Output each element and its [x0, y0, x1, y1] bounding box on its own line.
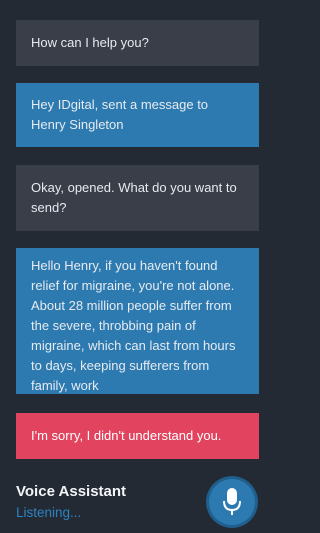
message-text: How can I help you?: [31, 35, 149, 50]
assistant-message: How can I help you?: [16, 20, 259, 66]
message-text: I'm sorry, I didn't understand you.: [31, 428, 222, 443]
message-text: Hello Henry, if you haven't found relief…: [31, 258, 236, 393]
user-message: Hey IDgital, sent a message to Henry Sin…: [16, 83, 259, 147]
assistant-title: Voice Assistant: [16, 483, 127, 500]
microphone-icon: [223, 488, 241, 515]
message-text: Hey IDgital, sent a message to Henry Sin…: [31, 97, 209, 132]
microphone-button[interactable]: [209, 479, 255, 525]
listening-status: Listening...: [16, 505, 82, 520]
message-text: Okay, opened. What do you want to send?: [31, 180, 237, 215]
error-message: I'm sorry, I didn't understand you.: [16, 413, 259, 459]
assistant-message: Okay, opened. What do you want to send?: [16, 165, 259, 231]
user-message: Hello Henry, if you haven't found relief…: [16, 248, 259, 394]
